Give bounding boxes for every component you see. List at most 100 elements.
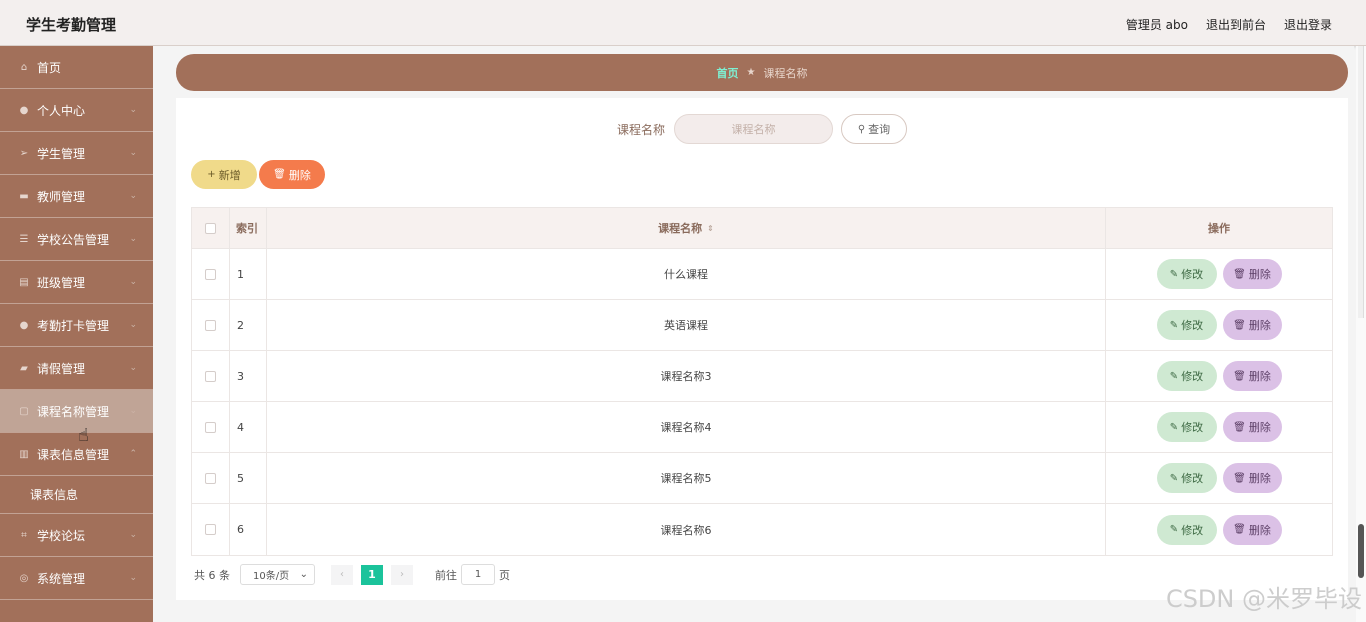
select-all-cell xyxy=(192,208,230,248)
sidebar-item-label: 课表信息管理 xyxy=(37,447,110,462)
goto-page-input[interactable]: 1 xyxy=(461,564,495,585)
sidebar-item-personal-center[interactable]: ● 个人中心 ⌄ xyxy=(0,89,153,132)
chat-icon: ▢ xyxy=(19,405,29,417)
header-course-name[interactable]: 课程名称 ⇕ xyxy=(267,208,1106,248)
star-separator-icon: ★ xyxy=(746,67,756,78)
delete-button[interactable]: 🗑 删除 xyxy=(1222,310,1282,340)
edit-button[interactable]: ✎ 修改 xyxy=(1156,310,1217,340)
add-button[interactable]: + 新增 xyxy=(191,160,257,189)
edit-button[interactable]: ✎ 修改 xyxy=(1156,259,1217,289)
delete-label: 删除 xyxy=(1248,472,1271,485)
sidebar-item-leave-management[interactable]: ▰ 请假管理 ⌄ xyxy=(0,347,153,390)
sidebar-item-student-management[interactable]: ➢ 学生管理 ⌄ xyxy=(0,132,153,175)
page-number-current[interactable]: 1 xyxy=(361,564,383,585)
page-scrollbar[interactable] xyxy=(1356,46,1366,622)
edit-icon: ✎ xyxy=(1169,421,1179,433)
delete-button[interactable]: 🗑 删除 xyxy=(1222,463,1282,493)
edit-button[interactable]: ✎ 修改 xyxy=(1156,412,1217,442)
row-checkbox[interactable] xyxy=(205,421,216,433)
delete-label: 删除 xyxy=(1248,319,1271,332)
delete-button[interactable]: 🗑 删除 xyxy=(1222,412,1282,442)
edit-button[interactable]: ✎ 修改 xyxy=(1156,361,1217,391)
row-checkbox[interactable] xyxy=(205,268,216,280)
delete-button[interactable]: 🗑 删除 xyxy=(1222,514,1282,545)
action-row: + 新增 🗑 删除 xyxy=(191,160,325,189)
table-row: 3 课程名称3 ✎ 修改 🗑 删除 xyxy=(192,351,1332,402)
briefcase-icon: ▰ xyxy=(20,362,28,374)
table-row: 1 什么课程 ✎ 修改 🗑 删除 xyxy=(192,249,1332,300)
sidebar-item-forum[interactable]: ⌗ 学校论坛 ⌄ xyxy=(0,514,153,557)
add-button-label: 新增 xyxy=(218,168,241,182)
sidebar-item-attendance-management[interactable]: ● 考勤打卡管理 ⌄ xyxy=(0,304,153,347)
sidebar-item-label: 课程名称管理 xyxy=(37,404,110,419)
page-size-select[interactable]: 10条/页 ⌄ xyxy=(240,564,315,585)
edit-label: 修改 xyxy=(1181,370,1204,383)
exit-to-front-link[interactable]: 退出到前台 xyxy=(1206,16,1266,33)
delete-button[interactable]: 🗑 删除 xyxy=(1222,361,1282,391)
search-button[interactable]: ⚲ 查询 xyxy=(841,114,907,144)
watermark: CSDN @米罗毕设 xyxy=(1165,585,1362,613)
sidebar-item-course-name-management[interactable]: ▢ 课程名称管理 ⌄ xyxy=(0,390,153,433)
sidebar-item-home[interactable]: ⌂ 首页 xyxy=(0,46,153,89)
search-input[interactable]: 课程名称 xyxy=(674,114,833,144)
main-content: 首页 ★ 课程名称 课程名称 课程名称 ⚲ 查询 + 新增 🗑 删除 索引 课程… xyxy=(153,46,1354,622)
edit-label: 修改 xyxy=(1181,472,1204,485)
sidebar-item-announcement-management[interactable]: ☰ 学校公告管理 ⌄ xyxy=(0,218,153,261)
row-checkbox[interactable] xyxy=(205,524,216,535)
row-checkbox[interactable] xyxy=(205,472,216,484)
edit-icon: ✎ xyxy=(1169,268,1179,280)
delete-button[interactable]: 🗑 删除 xyxy=(1222,259,1282,289)
trash-icon: 🗑 xyxy=(1233,370,1246,382)
chevron-down-icon: ⌄ xyxy=(129,530,137,540)
logout-link[interactable]: 退出登录 xyxy=(1284,16,1332,33)
trash-icon: 🗑 xyxy=(1233,319,1246,331)
batch-delete-button[interactable]: 🗑 删除 xyxy=(259,160,325,189)
app-title: 学生考勤管理 xyxy=(26,16,117,34)
edit-label: 修改 xyxy=(1181,523,1204,537)
sidebar: ⌂ 首页 ● 个人中心 ⌄ ➢ 学生管理 ⌄ ▬ 教师管理 ⌄ ☰ 学校公告管理… xyxy=(0,46,153,622)
edit-icon: ✎ xyxy=(1169,472,1179,484)
admin-user-label: 管理员 abo xyxy=(1125,18,1188,32)
row-operations: ✎ 修改 🗑 删除 xyxy=(1106,351,1332,401)
batch-delete-label: 删除 xyxy=(288,168,311,182)
next-page-button[interactable]: › xyxy=(391,564,413,585)
edit-button[interactable]: ✎ 修改 xyxy=(1156,463,1217,493)
select-all-checkbox[interactable] xyxy=(205,222,216,234)
sidebar-subitem-schedule-info[interactable]: 课表信息 xyxy=(0,476,153,514)
row-course-name: 课程名称6 xyxy=(267,504,1106,555)
row-check-cell xyxy=(192,249,230,299)
scrollbar-track xyxy=(1358,46,1364,318)
row-operations: ✎ 修改 🗑 删除 xyxy=(1106,504,1332,555)
edit-icon: ✎ xyxy=(1169,524,1179,535)
table-row: 4 课程名称4 ✎ 修改 🗑 删除 xyxy=(192,402,1332,453)
chevron-down-icon: ⌄ xyxy=(129,191,137,201)
goto-suffix: 页 xyxy=(499,568,510,582)
globe-icon: ◎ xyxy=(19,572,29,584)
sidebar-item-label: 学校论坛 xyxy=(37,528,86,543)
table-row: 6 课程名称6 ✎ 修改 🗑 删除 xyxy=(192,504,1332,555)
edit-icon: ✎ xyxy=(1169,370,1179,382)
pagination: 共 6 条 10条/页 ⌄ ‹ 1 › 前往 1 页 xyxy=(194,564,510,585)
search-label: 课程名称 xyxy=(616,122,665,137)
trash-icon: 🗑 xyxy=(273,169,286,180)
row-checkbox[interactable] xyxy=(205,319,216,331)
edit-label: 修改 xyxy=(1181,268,1204,281)
row-checkbox[interactable] xyxy=(205,370,216,382)
breadcrumb-home-link[interactable]: 首页 xyxy=(717,65,739,81)
prev-page-button[interactable]: ‹ xyxy=(331,564,353,585)
sidebar-item-label: 首页 xyxy=(37,60,62,75)
row-index: 3 xyxy=(230,351,267,401)
chevron-right-icon: › xyxy=(400,569,404,580)
chevron-up-icon: ⌃ xyxy=(129,449,137,459)
sidebar-item-schedule-management[interactable]: ▥ 课表信息管理 ⌃ xyxy=(0,433,153,476)
search-button-label: 查询 xyxy=(868,123,891,136)
sort-icon[interactable]: ⇕ xyxy=(707,224,714,233)
sidebar-item-class-management[interactable]: ▤ 班级管理 ⌄ xyxy=(0,261,153,304)
edit-label: 修改 xyxy=(1181,319,1204,332)
trash-icon: 🗑 xyxy=(1233,524,1246,535)
sidebar-item-teacher-management[interactable]: ▬ 教师管理 ⌄ xyxy=(0,175,153,218)
sidebar-item-system-management[interactable]: ◎ 系统管理 ⌄ xyxy=(0,557,153,600)
scrollbar-thumb[interactable] xyxy=(1358,524,1364,578)
edit-button[interactable]: ✎ 修改 xyxy=(1156,514,1217,545)
chevron-left-icon: ‹ xyxy=(340,569,344,580)
